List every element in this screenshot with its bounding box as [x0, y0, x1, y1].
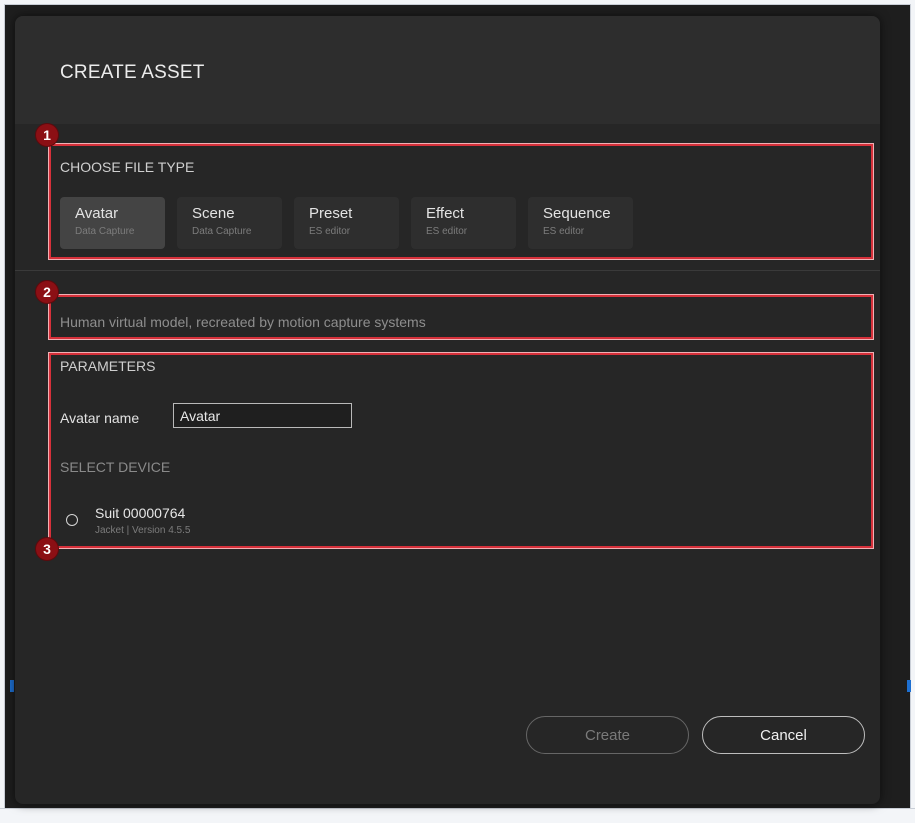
- file-type-scene[interactable]: Scene Data Capture: [177, 197, 282, 249]
- dialog-title: CREATE ASSET: [60, 62, 205, 83]
- avatar-name-label: Avatar name: [60, 410, 140, 426]
- file-type-name: Scene: [192, 205, 235, 222]
- file-type-tiles: Avatar Data Capture Scene Data Capture P…: [60, 197, 633, 249]
- file-type-sub: Data Capture: [192, 226, 252, 237]
- file-type-name: Effect: [426, 205, 465, 222]
- choose-file-type-label: CHOOSE FILE TYPE: [60, 159, 195, 175]
- file-type-preset[interactable]: Preset ES editor: [294, 197, 399, 249]
- background-edge-accent-right: [907, 680, 911, 692]
- background-edge-accent-left: [10, 680, 14, 692]
- avatar-name-input[interactable]: [173, 403, 352, 428]
- device-name: Suit 00000764: [95, 505, 186, 521]
- cancel-button[interactable]: Cancel: [702, 716, 865, 754]
- file-type-name: Sequence: [543, 205, 611, 222]
- section-divider: [15, 270, 880, 271]
- file-type-sub: ES editor: [309, 226, 351, 237]
- select-device-label: SELECT DEVICE: [60, 459, 171, 475]
- dialog-header: CREATE ASSET: [15, 16, 880, 124]
- annotation-marker-3: 3: [36, 538, 58, 560]
- file-type-sequence[interactable]: Sequence ES editor: [528, 197, 633, 249]
- file-type-sub: Data Capture: [75, 226, 135, 237]
- device-radio[interactable]: [66, 514, 78, 526]
- file-type-sub: ES editor: [543, 226, 585, 237]
- file-type-avatar[interactable]: Avatar Data Capture: [60, 197, 165, 249]
- annotation-marker-2: 2: [36, 281, 58, 303]
- create-asset-dialog: CREATE ASSET CHOOSE FILE TYPE Avatar Dat…: [15, 16, 880, 804]
- file-type-effect[interactable]: Effect ES editor: [411, 197, 516, 249]
- create-button[interactable]: Create: [526, 716, 689, 754]
- device-meta: Jacket | Version 4.5.5: [95, 525, 191, 536]
- parameters-label: PARAMETERS: [60, 358, 156, 374]
- file-type-sub: ES editor: [426, 226, 468, 237]
- file-type-name: Avatar: [75, 205, 119, 222]
- file-type-description: Human virtual model, recreated by motion…: [60, 314, 426, 330]
- file-type-name: Preset: [309, 205, 353, 222]
- bottom-strip: [0, 808, 915, 823]
- device-option-suit[interactable]: Suit 00000764 Jacket | Version 4.5.5: [65, 504, 365, 540]
- annotation-marker-1: 1: [36, 124, 58, 146]
